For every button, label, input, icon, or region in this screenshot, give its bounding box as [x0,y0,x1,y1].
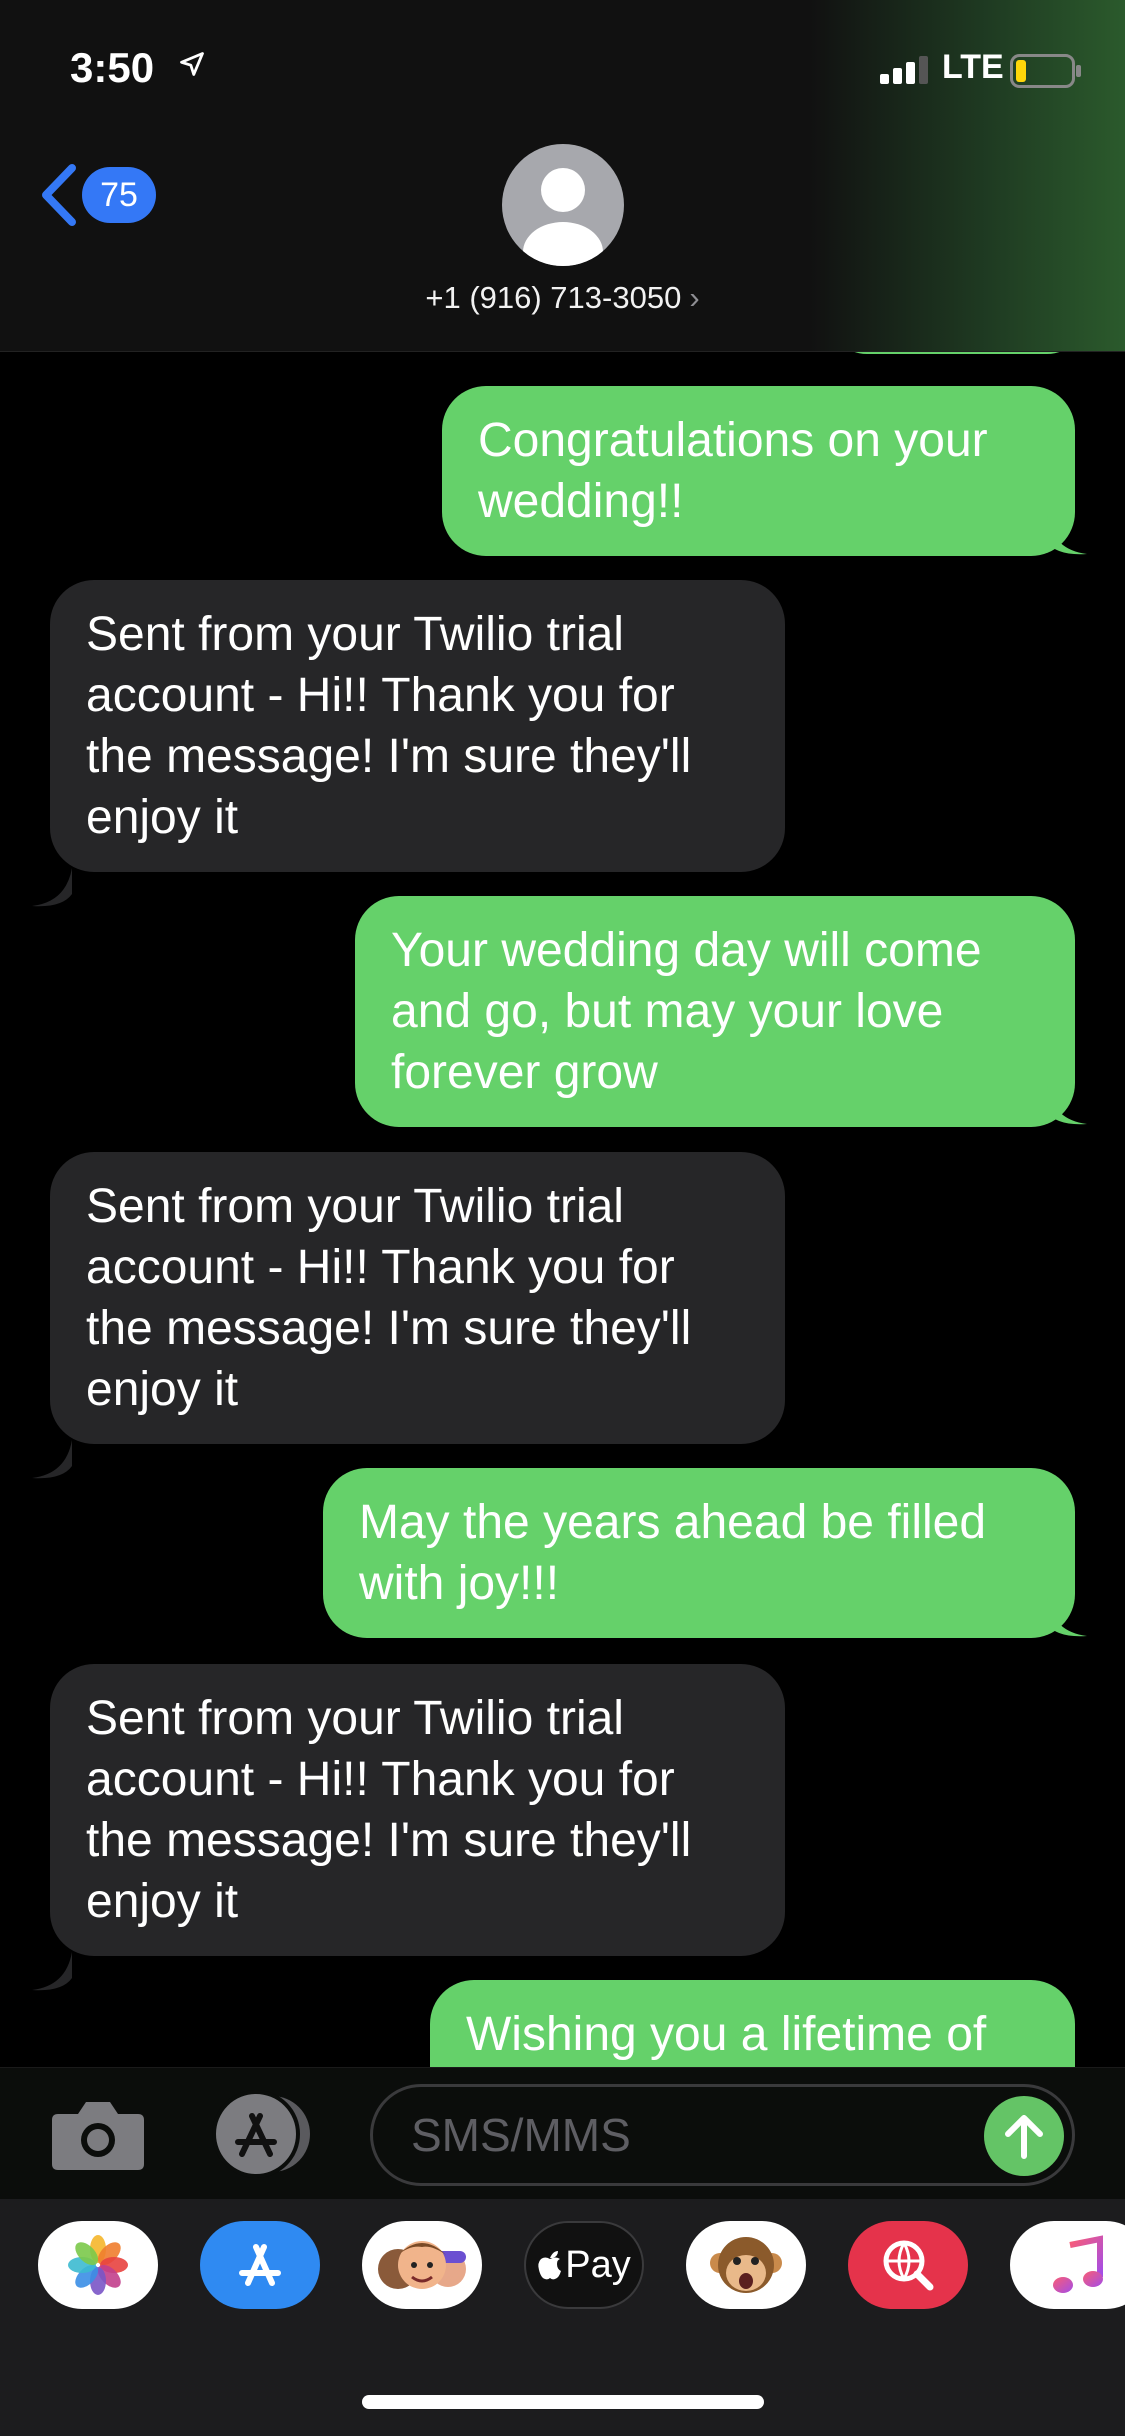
outgoing-message-bubble[interactable]: May the years ahead be filled with joy!!… [323,1468,1075,1638]
monkey-face-icon [710,2237,782,2293]
message-composer [0,2067,1125,2199]
contact-avatar[interactable] [502,144,624,266]
message-text: Wishing you a lifetime of [466,2008,987,2061]
incoming-message-bubble[interactable]: Sent from your Twilio trial account - Hi… [50,1152,785,1444]
photos-flower-icon [68,2235,128,2295]
chevron-left-icon [42,164,76,226]
memoji-stickers-icon[interactable] [362,2221,482,2309]
globe-search-icon [883,2240,934,2291]
signal-bars-icon [880,56,928,84]
message-text: Congratulations on your wedding!! [478,414,988,528]
conversation-header: 3:50 LTE 75 +1 (916) 713-3050 › [0,0,1125,352]
chevron-right-icon: › [689,280,700,315]
bubble-tail [1047,516,1087,555]
incoming-message-bubble[interactable]: Sent from your Twilio trial account - Hi… [50,1664,785,1956]
partial-message-bubble [827,352,1087,354]
battery-low-icon [1010,54,1081,88]
photos-app-icon[interactable] [38,2221,158,2309]
sms-input[interactable] [370,2084,1075,2186]
network-type: LTE [942,48,1004,86]
outgoing-message-bubble[interactable]: Congratulations on your wedding!! [442,386,1075,556]
person-silhouette-icon [523,168,603,266]
contact-number: +1 (916) 713-3050 [425,280,682,315]
message-text: Sent from your Twilio trial account - Hi… [86,1180,692,1416]
message-text: May the years ahead be filled with joy!!… [359,1496,987,1610]
status-time: 3:50 [70,44,155,91]
app-store-a-icon [239,2244,281,2286]
app-store-toggle-icon[interactable] [206,2090,322,2178]
message-thread[interactable]: Congratulations on your wedding!! Sent f… [0,352,1125,2067]
send-button[interactable] [984,2096,1064,2176]
bubble-tail [32,868,72,907]
back-button[interactable]: 75 [36,160,156,230]
app-store-icon[interactable] [200,2221,320,2309]
messages-screen: 3:50 LTE 75 +1 (916) 713-3050 › Congratu… [0,0,1125,2436]
bubble-tail [1047,1598,1087,1637]
outgoing-message-bubble[interactable]: Wishing you a lifetime of [430,1980,1075,2067]
apple-logo-icon [538,2251,562,2280]
apple-pay-icon[interactable]: Pay [524,2221,644,2309]
location-arrow-icon [180,52,204,76]
bubble-tail [32,1952,72,1991]
image-search-icon[interactable] [848,2221,968,2309]
unread-count-badge: 75 [82,167,156,223]
bubble-tail [32,1440,72,1479]
contact-name-row[interactable]: +1 (916) 713-3050 › [0,280,1125,316]
incoming-message-bubble[interactable]: Sent from your Twilio trial account - Hi… [50,580,785,872]
memoji-faces-icon [378,2241,466,2289]
message-text: Sent from your Twilio trial account - Hi… [86,608,692,844]
apple-pay-label: Pay [565,2243,631,2286]
animoji-icon[interactable] [686,2221,806,2309]
outgoing-message-bubble[interactable]: Your wedding day will come and go, but m… [355,896,1075,1127]
message-text: Your wedding day will come and go, but m… [391,924,982,1099]
music-note-icon [1053,2235,1103,2293]
music-icon[interactable] [1010,2221,1125,2309]
camera-icon[interactable] [50,2096,146,2172]
arrow-up-icon [1005,2115,1043,2159]
home-indicator[interactable] [362,2395,764,2409]
message-text: Sent from your Twilio trial account - Hi… [86,1692,692,1928]
bubble-tail [1047,1086,1087,1125]
